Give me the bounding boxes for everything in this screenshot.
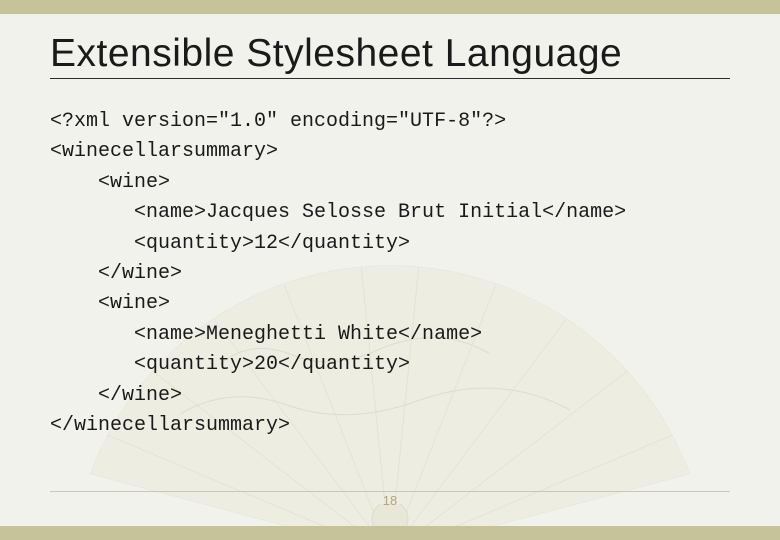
- page-number: 18: [0, 493, 780, 508]
- xml-code-block: <?xml version="1.0" encoding="UTF-8"?> <…: [50, 107, 730, 441]
- slide: Extensible Stylesheet Language <?xml ver…: [0, 0, 780, 540]
- slide-title: Extensible Stylesheet Language: [50, 32, 730, 76]
- title-rule: [50, 78, 730, 79]
- footer-rule: [50, 491, 730, 492]
- slide-content: Extensible Stylesheet Language <?xml ver…: [0, 14, 780, 441]
